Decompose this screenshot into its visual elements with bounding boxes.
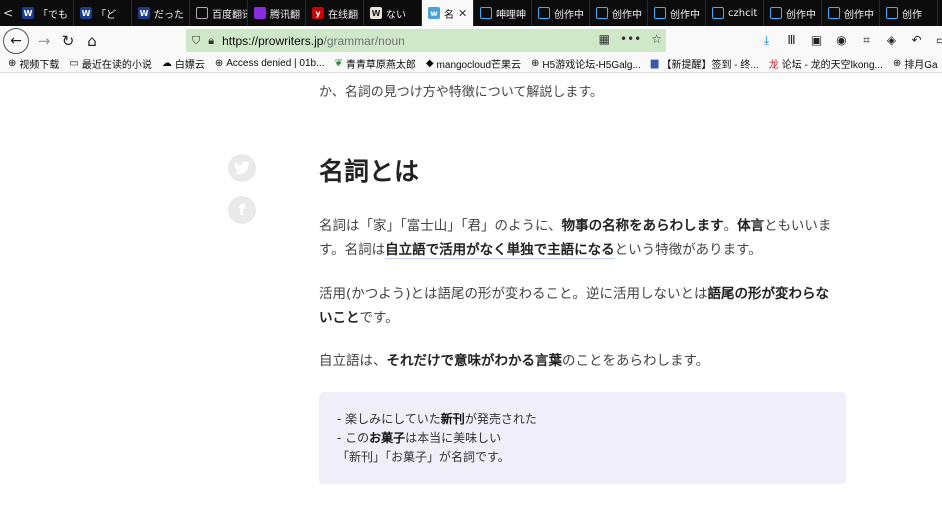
bookmarks-toolbar: ⊕ 视频下载 ▭ 最近在读的小说 ☁ 白嫖云 ⊕ Access denied | 01b… <box>0 55 942 73</box>
pocket-icon[interactable]: ▭ <box>931 28 942 52</box>
paragraph-independent-word: 自立語は、それだけで意味がわかる言葉のことをあらわします。 <box>319 353 710 369</box>
wikipedia-icon: W <box>370 7 382 19</box>
tencent-translate-icon <box>254 7 266 19</box>
tab-strip: < W 「でも W 「ど W だった 百度翻译 腾讯翻 y 在线翻 W ない w 名 ✕ 呻哩… <box>0 0 942 26</box>
leaf-icon: ❦ <box>334 58 343 69</box>
tab-2[interactable]: W 「ど <box>74 0 132 26</box>
paragraph-conjugation: 活用(かつよう)とは語尾の形が変わること。逆に活用しないとは語尾の形が変わらない… <box>319 286 830 326</box>
bookmark-item[interactable]: ❦ 青青草原燕太郎 <box>334 56 415 71</box>
folder-icon: ▭ <box>69 58 79 69</box>
bilibili-icon <box>886 7 898 19</box>
bookmark-item[interactable]: ☁ 白嫖云 <box>162 56 205 71</box>
globe-icon: ⊕ <box>531 58 540 69</box>
bookmark-item[interactable]: ⊕ 视频下载 <box>8 56 59 71</box>
tab-1[interactable]: W 「でも <box>16 0 74 26</box>
bookmark-item[interactable]: ▭ 最近在读的小说 <box>69 56 151 71</box>
globe-icon: ⊕ <box>214 58 224 69</box>
bilibili-icon <box>538 7 550 19</box>
bookmark-item[interactable]: ▆ 【新提醒】签到 - 终... <box>651 56 759 71</box>
paragraph-definition: 名詞は「家」「富士山」「君」のように、物事の名称をあらわします。体言ともいいます… <box>319 218 832 258</box>
tab-3[interactable]: W だった <box>132 0 190 26</box>
reload-button[interactable]: ↻ <box>56 29 80 53</box>
dragon-icon: 龙 <box>768 60 779 71</box>
word-icon: W <box>80 7 92 19</box>
tab-active[interactable]: w 名 ✕ <box>422 0 474 26</box>
tab-15[interactable]: 创作中 <box>822 0 880 26</box>
sidebar-icon[interactable]: ▣ <box>806 28 827 52</box>
example-line: - このお菓子は本当に美味しい <box>337 431 502 445</box>
bookmark-item[interactable]: ⊕ Access denied | 01b... <box>215 58 325 69</box>
forward-button[interactable]: → <box>32 29 56 53</box>
shield-icon[interactable]: ⛉ <box>192 34 200 48</box>
bilibili-icon <box>770 7 782 19</box>
tab-7[interactable]: W ない <box>364 0 422 26</box>
twitter-share-icon[interactable] <box>228 154 256 182</box>
bilibili-icon <box>480 7 492 19</box>
home-button[interactable]: ⌂ <box>80 29 104 53</box>
bilibili-icon <box>828 7 840 19</box>
bookmark-item[interactable]: 龙论坛 - 龙的天空lkong... <box>769 56 883 71</box>
page-content: か、名詞の見つけ方や特徴について解説します。 f 名詞とは 名詞は「家」「富士山… <box>0 74 942 530</box>
globe-icon: ⊕ <box>892 58 902 69</box>
qr-code-icon[interactable]: ▦ <box>599 32 610 46</box>
tab-9[interactable]: 呻哩呻 <box>474 0 532 26</box>
example-note: 「新刊」「お菓子」が名詞です。 <box>337 450 510 464</box>
example-line: - 楽しみにしていた新刊が発売された <box>337 412 537 426</box>
tab-11[interactable]: 创作中 <box>590 0 648 26</box>
close-tab-icon[interactable]: ✕ <box>458 7 467 20</box>
bookmark-item[interactable]: ⊕ 排月Ga <box>893 56 938 71</box>
bilibili-icon <box>712 7 724 19</box>
example-box: - 楽しみにしていた新刊が発売された - このお菓子は本当に美味しい 「新刊」「… <box>319 392 846 484</box>
tab-13[interactable]: czhcit <box>706 0 764 26</box>
word-icon: W <box>138 7 150 19</box>
word-icon: W <box>22 7 34 19</box>
url-host: https://prowriters.jp <box>222 33 324 48</box>
lock-icon[interactable]: 🔒︎ <box>208 34 214 48</box>
cloud-icon: ☁ <box>161 58 172 69</box>
tab-14[interactable]: 创作中 <box>764 0 822 26</box>
page-actions-icon[interactable]: ••• <box>620 32 641 46</box>
tab-scroll-left-button[interactable]: < <box>0 0 16 26</box>
globe-icon: ⊕ <box>8 58 17 69</box>
bilibili-icon <box>596 7 608 19</box>
intro-text: か、名詞の見つけ方や特徴について解説します。 <box>319 85 604 100</box>
facebook-share-icon[interactable]: f <box>228 196 256 224</box>
undo-icon[interactable]: ↶ <box>906 28 927 52</box>
url-path: /grammar/noun <box>323 33 405 48</box>
tab-16[interactable]: 创作 <box>880 0 938 26</box>
bookmark-star-icon[interactable]: ☆ <box>651 32 662 46</box>
site-icon: w <box>428 7 440 19</box>
forum-icon: ▆ <box>650 58 659 69</box>
tab-12[interactable]: 创作中 <box>648 0 706 26</box>
download-icon[interactable]: ⤓ <box>756 28 777 52</box>
screenshot-icon[interactable]: ⌗ <box>856 28 877 52</box>
youdao-icon: y <box>312 7 324 19</box>
tab-10[interactable]: 创作中 <box>532 0 590 26</box>
tab-5[interactable]: 腾讯翻 <box>248 0 306 26</box>
section-heading: 名詞とは <box>319 157 420 186</box>
bookmark-item[interactable]: ◆ mangocloud芒果云 <box>426 56 521 71</box>
account-icon[interactable]: ◉ <box>831 28 852 52</box>
library-icon[interactable]: Ⅲ <box>781 28 802 52</box>
document-icon <box>196 7 208 19</box>
tab-6[interactable]: y 在线翻 <box>306 0 364 26</box>
mango-icon: ◆ <box>425 58 434 69</box>
chat-icon[interactable]: ◈ <box>881 28 902 52</box>
navigation-bar: ← → ↻ ⌂ ⛉ 🔒︎ https://prowriters.jp/gramm… <box>0 26 942 55</box>
bookmark-item[interactable]: ⊕ H5游戏论坛-H5Galg... <box>531 56 641 71</box>
bilibili-icon <box>654 7 666 19</box>
tab-4[interactable]: 百度翻译 <box>190 0 248 26</box>
back-button[interactable]: ← <box>3 27 29 54</box>
url-bar[interactable]: ⛉ 🔒︎ https://prowriters.jp/grammar/noun … <box>186 29 666 52</box>
